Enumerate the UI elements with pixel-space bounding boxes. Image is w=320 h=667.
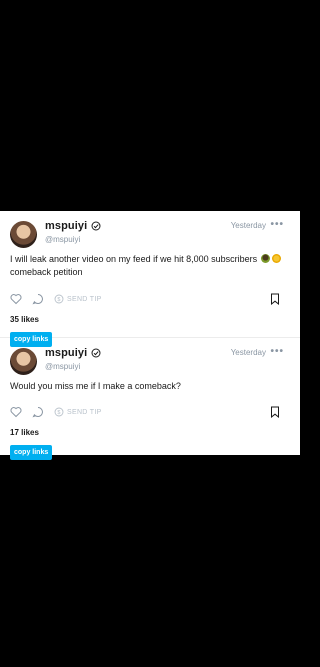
svg-text:$: $ [57, 297, 60, 303]
user-info: mspuiyi @mspuiyi [45, 220, 101, 244]
comment-icon[interactable] [32, 293, 44, 305]
user-handle[interactable]: @mspuiyi [45, 235, 101, 244]
post-time: Yesterday [230, 348, 266, 357]
likes-count[interactable]: 35 likes [10, 315, 290, 324]
post-card: mspuiyi @mspuiyi Yesterday ••• Would you… [0, 338, 300, 460]
more-options-icon[interactable]: ••• [270, 219, 284, 230]
bookmark-icon[interactable] [270, 406, 280, 418]
post-time: Yesterday [230, 221, 266, 230]
post-header: mspuiyi @mspuiyi Yesterday ••• [10, 219, 290, 253]
user-handle[interactable]: @mspuiyi [45, 362, 101, 371]
post-text-part: comeback petition [10, 267, 83, 277]
likes-count[interactable]: 17 likes [10, 428, 290, 437]
post-text-part: I will leak another video on my feed if … [10, 254, 258, 264]
heart-icon[interactable] [10, 293, 22, 305]
post-feed: mspuiyi @mspuiyi Yesterday ••• I will le… [0, 211, 300, 460]
username-row: mspuiyi [45, 347, 101, 359]
post-actions: $ SEND TIP [10, 291, 290, 307]
send-tip-label: SEND TIP [67, 295, 102, 303]
user-info: mspuiyi @mspuiyi [45, 347, 101, 371]
copy-links-button[interactable]: copy links [10, 445, 53, 460]
post-card: mspuiyi @mspuiyi Yesterday ••• I will le… [0, 211, 300, 347]
username-row: mspuiyi [45, 220, 101, 232]
username[interactable]: mspuiyi [45, 220, 87, 232]
post-text: Would you miss me if I make a comeback? [10, 381, 181, 391]
verified-icon [91, 348, 101, 358]
sunflower-emoji [271, 254, 281, 263]
send-tip-label: SEND TIP [67, 408, 102, 416]
svg-text:$: $ [57, 410, 60, 416]
money-bag-emoji [260, 254, 270, 263]
avatar[interactable] [10, 348, 37, 375]
post-actions: $ SEND TIP [10, 404, 290, 420]
post-header: mspuiyi @mspuiyi Yesterday ••• [10, 346, 290, 380]
heart-icon[interactable] [10, 406, 22, 418]
tip-icon: $ [54, 294, 64, 304]
more-options-icon[interactable]: ••• [270, 346, 284, 357]
send-tip-button[interactable]: $ SEND TIP [54, 294, 102, 304]
verified-icon [91, 221, 101, 231]
post-text: I will leak another video on my feed if … [10, 253, 290, 279]
username[interactable]: mspuiyi [45, 347, 87, 359]
avatar[interactable] [10, 221, 37, 248]
tip-icon: $ [54, 407, 64, 417]
comment-icon[interactable] [32, 406, 44, 418]
send-tip-button[interactable]: $ SEND TIP [54, 407, 102, 417]
bookmark-icon[interactable] [270, 293, 280, 305]
